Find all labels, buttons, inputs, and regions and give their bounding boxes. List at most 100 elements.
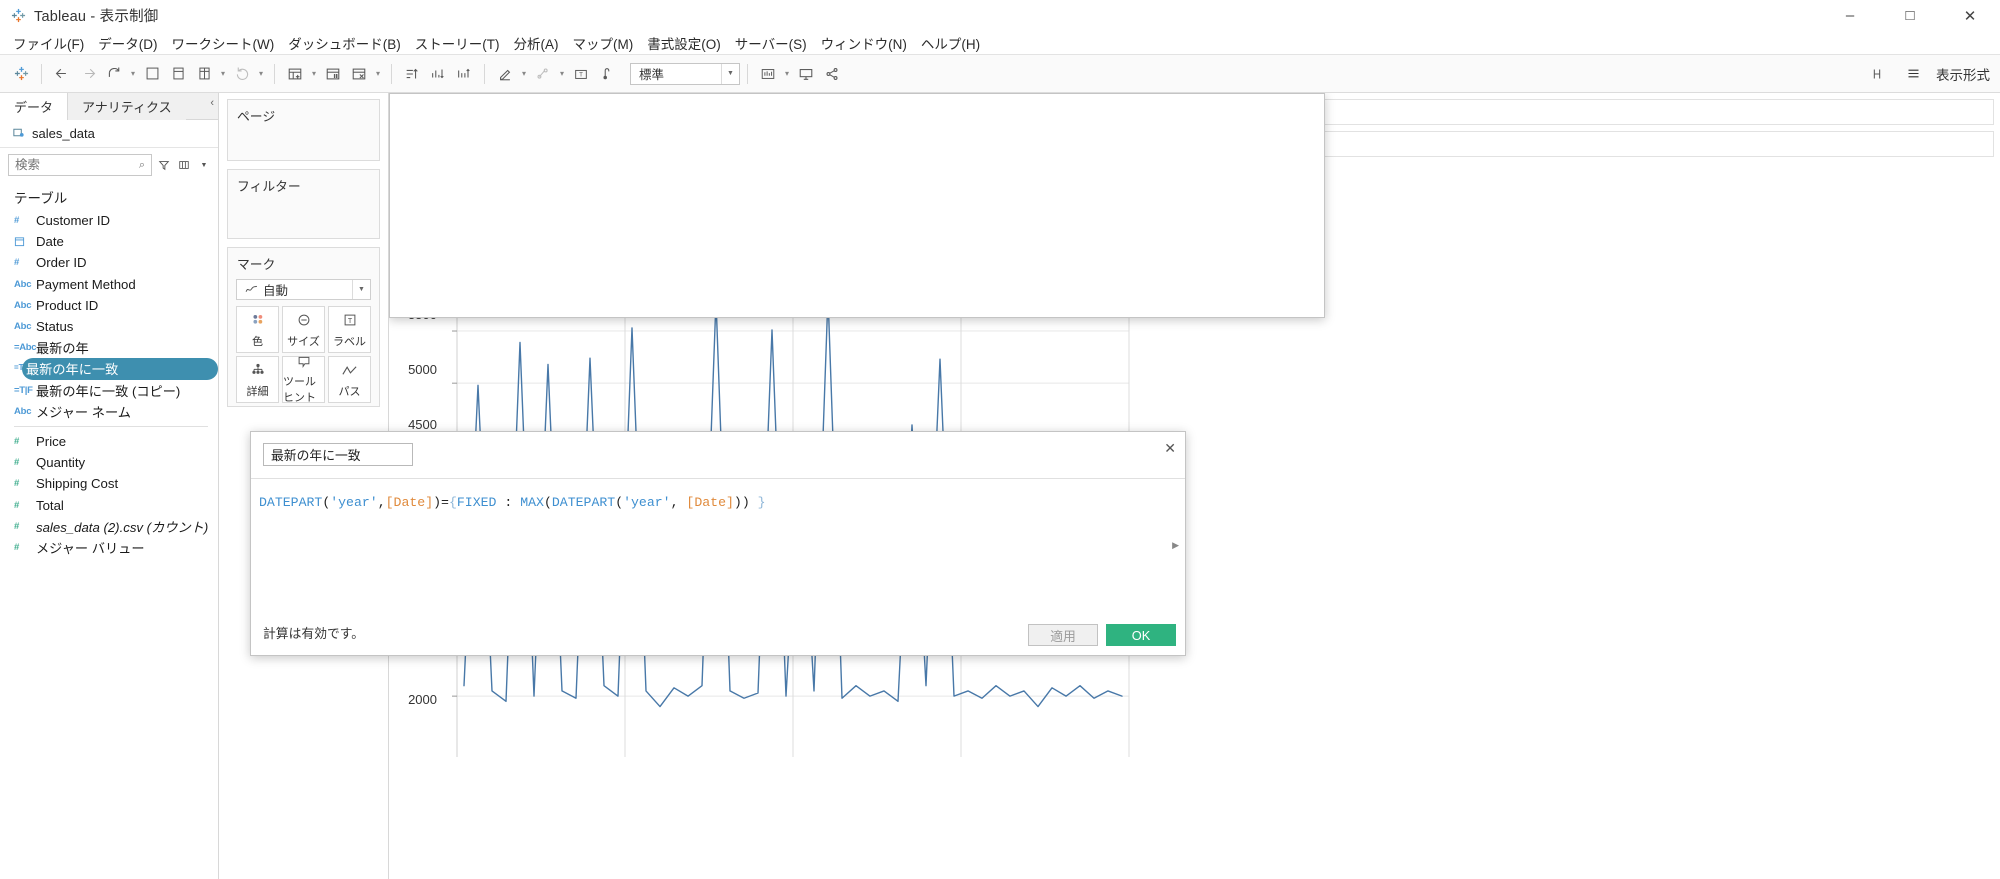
menu-window[interactable]: ウィンドウ(N) — [814, 31, 914, 55]
view-options-chevron-down-icon[interactable]: ▼ — [196, 155, 212, 175]
detail-icon — [250, 361, 266, 380]
undo-redo-chevron-down-icon[interactable]: ▾ — [127, 61, 139, 87]
marks-type-chevron-down-icon[interactable]: ▼ — [352, 280, 370, 299]
expand-functions-icon[interactable]: ▶ — [1172, 540, 1179, 551]
close-icon[interactable]: ✕ — [1164, 440, 1176, 457]
field-sales-data-count[interactable]: # sales_data (2).csv (カウント) — [0, 516, 218, 537]
tableau-home-icon[interactable] — [8, 61, 34, 87]
field-measure-values[interactable]: # メジャー バリュー — [0, 537, 218, 558]
menu-analysis[interactable]: 分析(A) — [506, 31, 565, 55]
menu-data[interactable]: データ(D) — [91, 31, 164, 55]
search-field[interactable] — [9, 157, 151, 173]
show-me-label[interactable]: 表示形式 — [1936, 64, 1990, 84]
view-options-icon[interactable] — [176, 155, 192, 175]
field-payment-method[interactable]: Abc Payment Method — [0, 274, 218, 295]
highlight-icon[interactable] — [492, 61, 518, 87]
chevron-left-icon[interactable]: ‹ — [210, 97, 214, 109]
new-datasource-icon[interactable] — [282, 61, 308, 87]
formula-token: )) — [733, 495, 750, 510]
menu-file[interactable]: ファイル(F) — [6, 31, 91, 55]
back-arrow-icon[interactable] — [49, 61, 75, 87]
duplicate-sheet-icon[interactable] — [191, 61, 217, 87]
sort-ascending-icon[interactable] — [425, 61, 451, 87]
marks-type-dropdown[interactable]: 自動 ▼ — [236, 279, 371, 300]
field-latest-year-match[interactable]: 最新の年に一致 — [22, 358, 218, 380]
filter-icon[interactable] — [156, 155, 172, 175]
fit-axis-icon[interactable] — [755, 61, 781, 87]
fit-width-icon[interactable] — [1864, 61, 1890, 87]
sort-descending-icon[interactable] — [451, 61, 477, 87]
marks-tooltip-button[interactable]: ツールヒント — [282, 356, 325, 404]
save-icon[interactable] — [139, 61, 165, 87]
fit-dropdown[interactable]: 標準 ▼ — [630, 62, 740, 85]
sheet-chevron-down-icon[interactable]: ▾ — [217, 61, 229, 87]
search-input[interactable]: ⌕ — [8, 154, 152, 176]
highlight-chevron-down-icon[interactable]: ▾ — [518, 61, 530, 87]
datasource-chevron-down-icon[interactable]: ▾ — [308, 61, 320, 87]
refresh-icon[interactable] — [229, 61, 255, 87]
fix-axis-icon[interactable] — [594, 61, 620, 87]
undo-redo-icon[interactable] — [101, 61, 127, 87]
formula-token: 'year' — [330, 495, 378, 510]
tab-data[interactable]: データ — [0, 93, 69, 120]
field-total[interactable]: # Total — [0, 494, 218, 515]
field-shipping-cost[interactable]: # Shipping Cost — [0, 473, 218, 494]
datasource-item[interactable]: sales_data — [0, 120, 218, 148]
menu-worksheet[interactable]: ワークシート(W) — [165, 31, 282, 55]
field-latest-year-match-copy[interactable]: =T|F 最新の年に一致 (コピー) — [0, 380, 218, 401]
maximize-button[interactable]: □ — [1880, 0, 1940, 31]
field-price[interactable]: # Price — [0, 431, 218, 452]
menu-help[interactable]: ヘルプ(H) — [914, 31, 987, 55]
clear-chevron-down-icon[interactable]: ▾ — [372, 61, 384, 87]
formula-editor[interactable]: DATEPART('year',[Date])={FIXED : MAX(DAT… — [251, 479, 1185, 510]
calculation-name-input[interactable]: 最新の年に一致 — [263, 443, 413, 466]
title-bar: Tableau - 表示制御 – □ ✕ — [0, 0, 2000, 31]
ok-button[interactable]: OK — [1106, 624, 1176, 646]
formula-token: [Date] — [385, 495, 434, 510]
field-customer-id[interactable]: # Customer ID — [0, 210, 218, 231]
group-chevron-down-icon[interactable]: ▾ — [556, 61, 568, 87]
toolbar-right-group: 表示形式 — [1864, 61, 1990, 87]
menu-server[interactable]: サーバー(S) — [728, 31, 814, 55]
marks-color-button[interactable]: 色 — [236, 306, 279, 353]
pause-icon[interactable] — [320, 61, 346, 87]
toolbar-separator-4 — [484, 63, 485, 84]
refresh-chevron-down-icon[interactable]: ▾ — [255, 61, 267, 87]
formula-token: ( — [543, 495, 552, 510]
group-icon[interactable] — [530, 61, 556, 87]
menu-map[interactable]: マップ(M) — [565, 31, 640, 55]
field-date[interactable]: Date — [0, 231, 218, 252]
field-status[interactable]: Abc Status — [0, 316, 218, 337]
minimize-button[interactable]: – — [1820, 0, 1880, 31]
show-me-icon[interactable] — [1900, 61, 1926, 87]
marks-title: マーク — [237, 257, 276, 272]
new-worksheet-icon[interactable] — [165, 61, 191, 87]
marks-size-button[interactable]: サイズ — [282, 306, 325, 353]
fit-axis-chevron-down-icon[interactable]: ▾ — [781, 61, 793, 87]
fit-chevron-down-icon[interactable]: ▼ — [721, 63, 739, 84]
field-latest-year[interactable]: =Abc 最新の年 — [0, 337, 218, 358]
presentation-mode-icon[interactable] — [793, 61, 819, 87]
marks-label-button[interactable]: T ラベル — [328, 306, 371, 353]
field-quantity[interactable]: # Quantity — [0, 452, 218, 473]
field-product-id[interactable]: Abc Product ID — [0, 295, 218, 316]
marks-detail-button[interactable]: 詳細 — [236, 356, 279, 403]
formula-token: [Date] — [686, 495, 734, 510]
marks-path-button[interactable]: パス — [328, 356, 371, 403]
search-row: ⌕ ▼ — [0, 148, 218, 180]
share-icon[interactable] — [819, 61, 845, 87]
forward-arrow-icon[interactable] — [75, 61, 101, 87]
menu-story[interactable]: ストーリー(T) — [408, 31, 507, 55]
field-measure-names[interactable]: Abc メジャー ネーム — [0, 401, 218, 422]
tab-analytics[interactable]: アナリティクス — [68, 93, 186, 120]
fit-value: 標準 — [639, 68, 665, 82]
number-icon: # — [14, 520, 20, 532]
menu-dashboard[interactable]: ダッシュボード(B) — [281, 31, 408, 55]
menu-format[interactable]: 書式設定(O) — [640, 31, 728, 55]
close-button[interactable]: ✕ — [1940, 0, 2000, 31]
labels-icon[interactable]: T — [568, 61, 594, 87]
apply-button[interactable]: 適用 — [1028, 624, 1098, 646]
field-order-id[interactable]: # Order ID — [0, 252, 218, 273]
clear-sheet-icon[interactable] — [346, 61, 372, 87]
swap-axis-icon[interactable] — [399, 61, 425, 87]
